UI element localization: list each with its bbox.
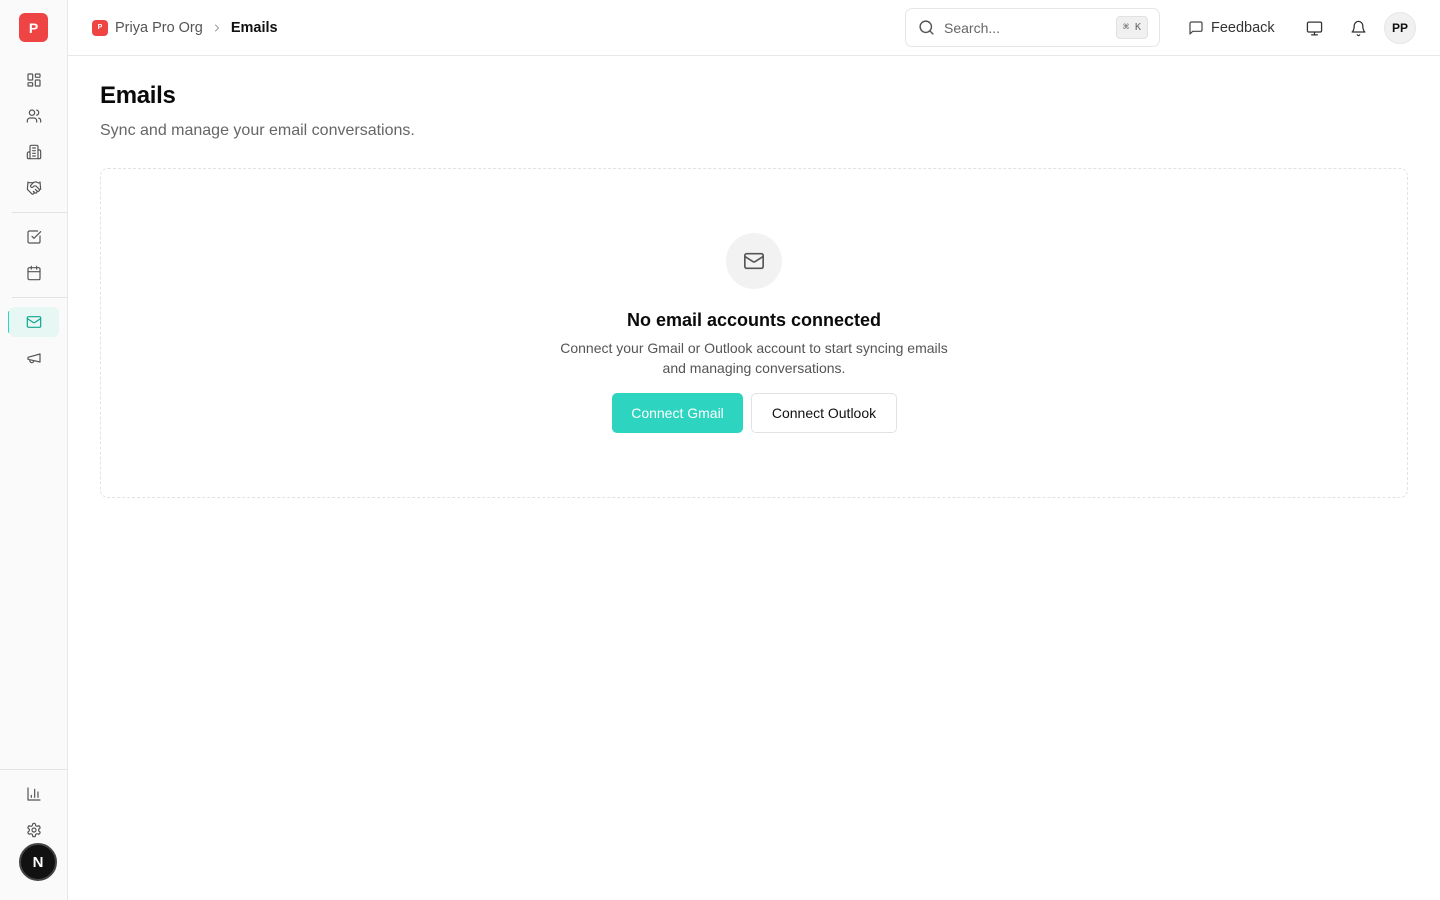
bell-icon [1350,20,1366,36]
campaigns-icon [27,353,41,364]
page-subtitle: Sync and manage your email conversations… [100,122,415,139]
page-title: Emails [100,82,176,109]
connect-gmail-button[interactable]: Connect Gmail [612,393,743,433]
sidebar-divider [0,769,68,770]
deals-icon [26,181,42,195]
sidebar-item-calendar[interactable] [9,258,59,288]
feedback-button[interactable]: Feedback [1188,12,1275,44]
search-icon [919,20,934,35]
sidebar-item-dashboard[interactable] [9,65,59,95]
sidebar-divider [12,297,68,298]
sidebar-item-deals[interactable] [9,173,59,203]
dashboard-icon [27,73,41,87]
sidebar-item-settings[interactable] [9,815,59,845]
top-bar: P Priya Pro Org Emails Search... ⌘ K Fee… [68,0,1440,56]
sidebar-item-companies[interactable] [9,137,59,167]
user-avatar[interactable]: PP [1384,12,1416,44]
sidebar-item-reports[interactable] [9,779,59,809]
calendar-icon [27,265,41,281]
sidebar-item-campaigns[interactable] [9,343,59,373]
emails-icon [26,316,42,328]
chevron-right-icon [211,22,223,34]
sidebar: P N [0,0,68,900]
breadcrumb-current: Emails [230,19,278,36]
breadcrumb-org[interactable]: Priya Pro Org [115,20,203,36]
reports-icon [27,787,41,801]
tasks-icon [27,230,42,244]
contacts-icon [26,109,42,123]
search-placeholder: Search... [944,19,1001,36]
monitor-icon [1306,20,1322,36]
mail-icon [726,233,782,289]
sidebar-item-emails[interactable] [9,307,59,337]
message-square-icon [1189,21,1203,35]
search-shortcut: ⌘ K [1115,16,1148,39]
display-mode-button[interactable] [1300,14,1328,42]
sidebar-item-tasks[interactable] [9,222,59,252]
connect-outlook-button[interactable]: Connect Outlook [751,393,897,433]
breadcrumb: P Priya Pro Org Emails [92,0,278,55]
org-avatar: P [92,19,108,36]
dev-tools-badge[interactable]: N [19,843,57,881]
settings-icon [27,822,41,838]
empty-state-description: Connect your Gmail or Outlook account to… [560,340,948,376]
sidebar-divider [12,212,68,213]
empty-state-title: No email accounts connected [626,310,882,330]
feedback-label: Feedback [1211,20,1275,36]
notifications-button[interactable] [1344,14,1372,42]
companies-icon [26,144,42,160]
sidebar-item-contacts[interactable] [9,101,59,131]
empty-state-card: No email accounts connected Connect your… [100,168,1408,498]
workspace-logo[interactable]: P [19,13,48,42]
search-input[interactable]: Search... ⌘ K [905,8,1160,47]
